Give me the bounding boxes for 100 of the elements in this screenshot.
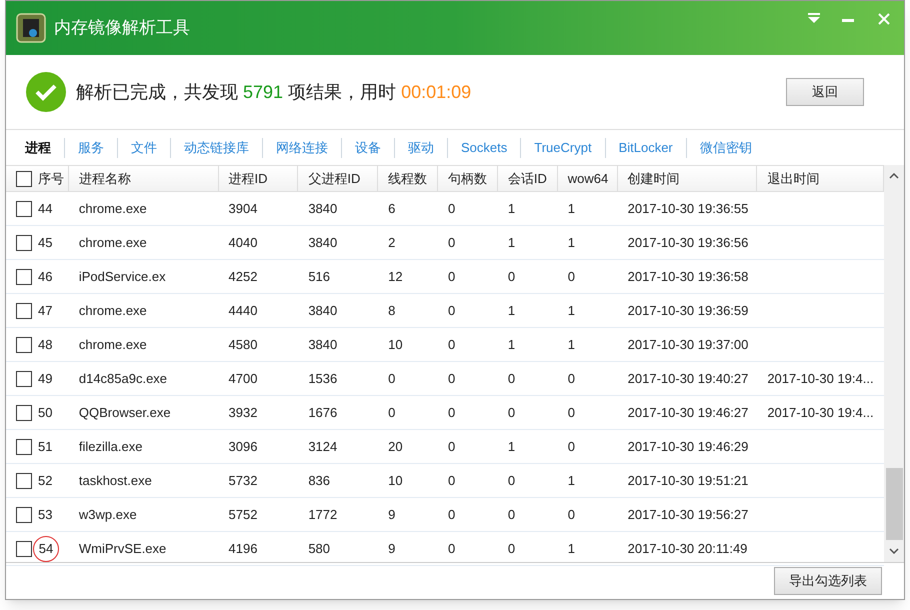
row-number: 54 [33, 536, 59, 562]
scrollbar-thumb[interactable] [886, 468, 902, 540]
table-cell-text: chrome.exe [78, 302, 147, 320]
table-cell-text: 1772 [308, 506, 338, 524]
column-header[interactable]: 进程名称 [78, 168, 131, 188]
table-cell-text: 3904 [228, 200, 258, 218]
table-cell-text: 0 [448, 200, 456, 218]
tab[interactable]: 网络连接 [263, 130, 341, 165]
table-cell-text: 9 [388, 540, 396, 558]
checkbox[interactable] [16, 370, 32, 386]
checkbox[interactable] [16, 336, 32, 352]
table-cell-text: 6 [388, 200, 396, 218]
table-cell-text: 4040 [228, 234, 258, 252]
column-header[interactable]: 会话ID [508, 168, 547, 188]
table-cell-text: 1 [568, 540, 576, 558]
table-cell-text: 0 [508, 404, 516, 422]
checkbox[interactable] [16, 200, 32, 216]
row-number: 53 [38, 506, 52, 524]
column-header[interactable]: 创建时间 [628, 168, 680, 188]
table-cell-text: 0 [508, 540, 516, 558]
table-cell-text: d14c85a9c.exe [78, 370, 168, 388]
table-cell-text: 0 [388, 404, 396, 422]
column-header[interactable]: 线程数 [388, 168, 428, 188]
table-cell-text: chrome.exe [78, 200, 147, 218]
table-cell-text: 2017-10-30 19:46:27 [628, 404, 748, 422]
table-cell-text: 0 [448, 404, 456, 422]
table-cell-text: 836 [308, 472, 330, 490]
table-cell-text: 0 [448, 506, 456, 524]
checkbox[interactable] [16, 472, 32, 488]
tab[interactable]: 服务 [65, 130, 117, 165]
result-summary: 解析已完成，共发现 5791 项结果，用时 00:01:09 [76, 80, 472, 104]
checkbox[interactable] [16, 268, 32, 284]
column-header[interactable]: 父进程ID [308, 168, 360, 188]
table-cell-text: 10 [388, 472, 403, 490]
table-cell-text: 3932 [228, 404, 258, 422]
table-cell-text: 0 [388, 370, 396, 388]
row-number: 52 [38, 472, 52, 490]
scroll-down-icon[interactable] [889, 548, 899, 554]
export-button[interactable]: 导出勾选列表 [774, 567, 882, 595]
row-number: 50 [38, 404, 52, 422]
tab[interactable]: Sockets [448, 130, 520, 165]
column-header[interactable]: wow64 [568, 168, 608, 188]
table-cell-text: 9 [388, 506, 396, 524]
table-cell-text: 4440 [228, 302, 258, 320]
table-cell-text: 0 [568, 506, 576, 524]
column-header[interactable]: 退出时间 [767, 168, 820, 188]
checkbox[interactable] [16, 404, 32, 420]
table-cell-text: 2017-10-30 19:36:59 [628, 302, 748, 320]
checkbox[interactable] [16, 234, 32, 250]
table-cell-text: 0 [508, 506, 516, 524]
table-cell-text: 3840 [308, 200, 338, 218]
table-cell-text: 580 [308, 540, 330, 558]
table-cell-text: 1 [508, 336, 516, 354]
table-cell-text: 0 [568, 370, 576, 388]
tab[interactable]: 动态链接库 [171, 130, 262, 165]
table-cell-text: 0 [568, 268, 576, 286]
table-cell-text: QQBrowser.exe [78, 404, 171, 422]
tab[interactable]: TrueCrypt [521, 130, 605, 165]
table-cell-text: 4196 [228, 540, 258, 558]
tab[interactable]: 进程 [12, 130, 64, 165]
checkbox[interactable] [16, 506, 32, 522]
table-cell-text: 1 [568, 472, 576, 490]
app-logo-icon [16, 13, 46, 43]
table-cell-text: 4252 [228, 268, 258, 286]
checkbox[interactable] [16, 438, 32, 454]
back-button[interactable]: 返回 [786, 78, 864, 106]
column-header[interactable]: 进程ID [228, 168, 268, 188]
checkbox[interactable] [16, 540, 32, 556]
tab[interactable]: 设备 [342, 130, 394, 165]
table-cell-text: 2017-10-30 19:40:27 [628, 370, 748, 388]
scroll-up-icon[interactable] [889, 173, 899, 179]
checkbox[interactable] [16, 170, 32, 186]
table-cell-text: 0 [448, 336, 456, 354]
table-cell-text: 516 [308, 268, 330, 286]
table-cell-text: 2017-10-30 19:36:55 [628, 200, 748, 218]
table-cell-text: 1 [568, 200, 576, 218]
table-cell-text: 2017-10-30 19:37:00 [628, 336, 748, 354]
table-cell-text: 0 [568, 404, 576, 422]
table-cell-text: 1 [568, 302, 576, 320]
table-cell-text: 2017-10-30 19:46:29 [628, 438, 748, 456]
scrollbar[interactable] [884, 165, 904, 562]
tab[interactable]: 文件 [118, 130, 170, 165]
table-cell-text: 0 [448, 438, 456, 456]
table-cell-text: 0 [448, 268, 456, 286]
table-cell-text: chrome.exe [78, 234, 147, 252]
table-cell-text: taskhost.exe [78, 472, 152, 490]
table-cell-text: 3096 [228, 438, 258, 456]
table-cell-text: 1 [508, 302, 516, 320]
checkbox[interactable] [16, 302, 32, 318]
tab[interactable]: 驱动 [395, 130, 447, 165]
table-cell-text: 1536 [308, 370, 338, 388]
table-cell-text: 0 [448, 472, 456, 490]
row-number: 47 [38, 302, 52, 320]
row-number: 51 [38, 438, 52, 456]
table-cell-text: 1 [508, 234, 516, 252]
window-title: 内存镜像解析工具 [54, 17, 190, 40]
column-header[interactable]: 句柄数 [448, 168, 488, 188]
column-header[interactable]: 序号 [38, 168, 64, 188]
tab[interactable]: BitLocker [606, 130, 686, 165]
tab[interactable]: 微信密钥 [686, 130, 765, 165]
